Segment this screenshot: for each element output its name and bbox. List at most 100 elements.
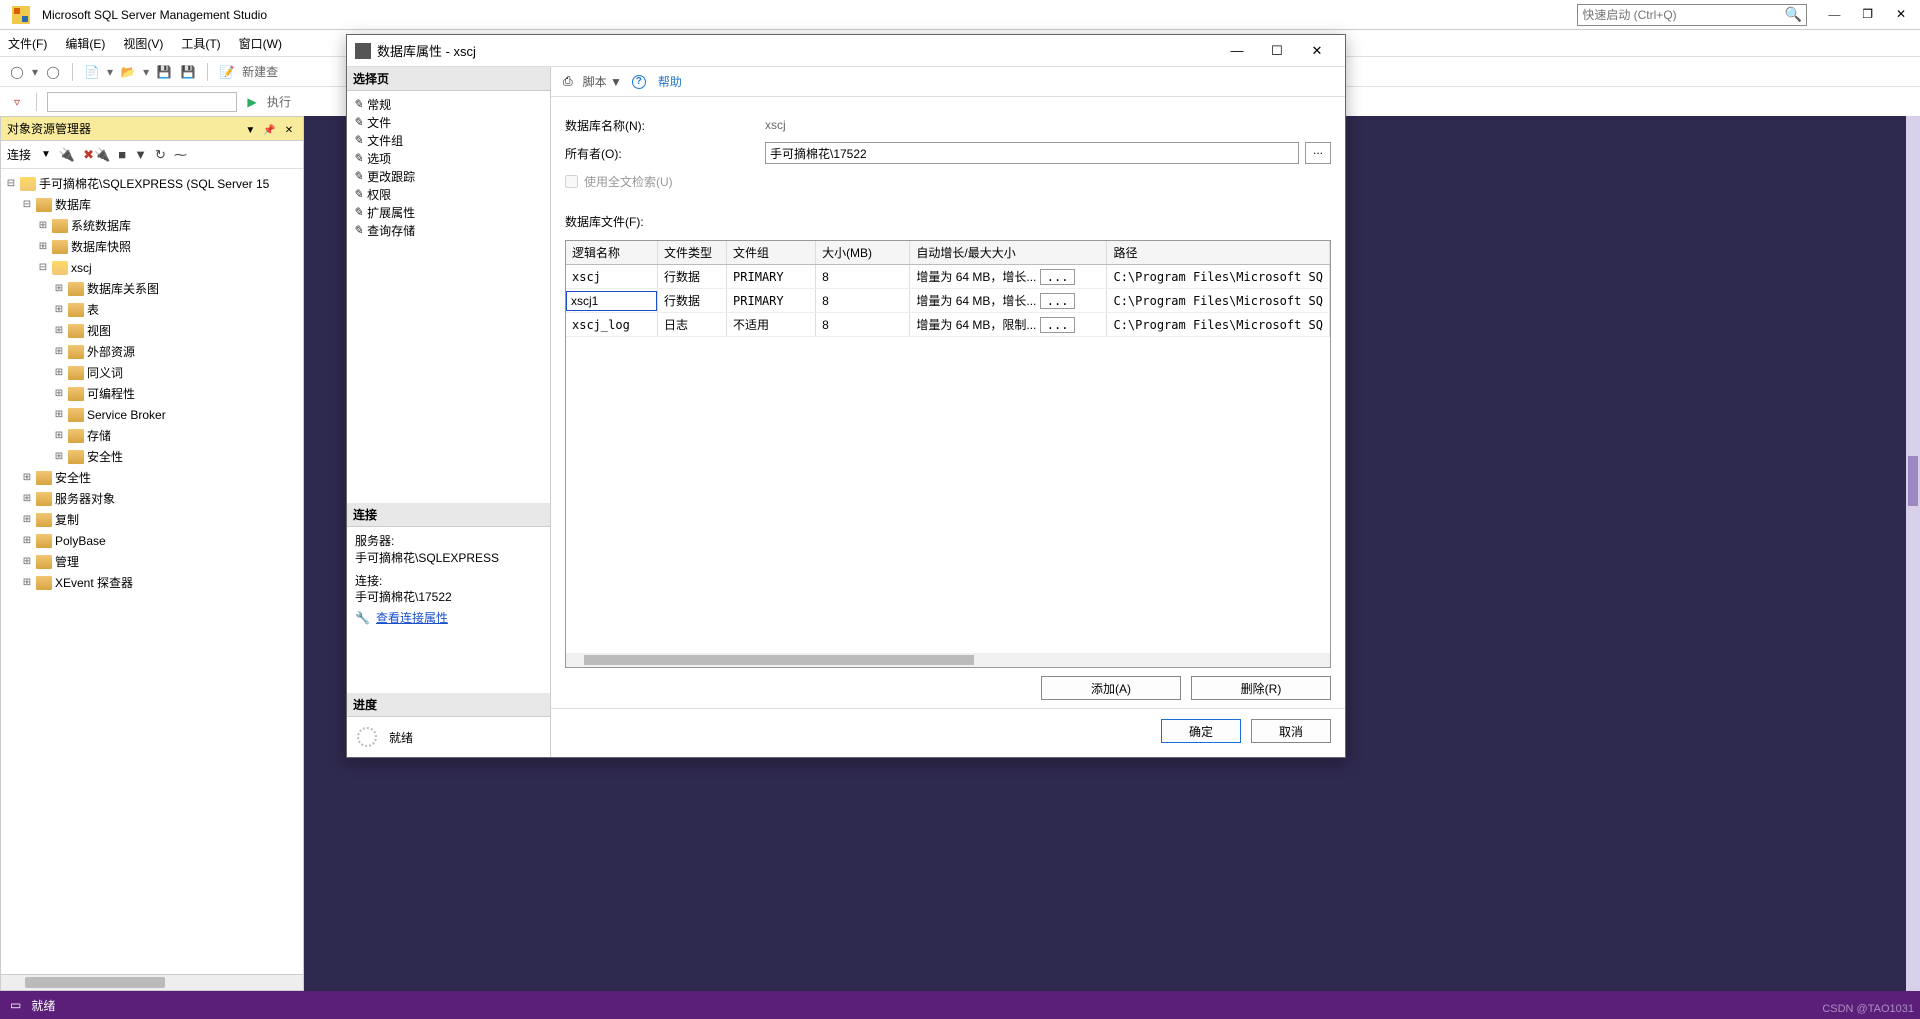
files-grid[interactable]: 逻辑名称 文件类型 文件组 大小(MB) 自动增长/最大大小 路径 xscj 行… <box>565 240 1331 668</box>
save-icon[interactable]: 💾 <box>155 63 173 81</box>
tree-server-objects[interactable]: 服务器对象 <box>55 490 115 507</box>
fulltext-label: 使用全文检索(U) <box>584 173 673 190</box>
panel-pin-icon[interactable]: 📌 <box>262 125 278 136</box>
page-general[interactable]: ✎常规 <box>353 95 544 113</box>
col-size[interactable]: 大小(MB) <box>816 241 910 265</box>
tree-security[interactable]: 安全性 <box>55 469 91 486</box>
view-connection-props-link[interactable]: 查看连接属性 <box>376 610 448 627</box>
tree-xevent[interactable]: XEvent 探查器 <box>55 574 133 591</box>
panel-close-icon[interactable]: ✕ <box>281 125 297 136</box>
page-options[interactable]: ✎选项 <box>353 149 544 167</box>
tree-tables[interactable]: 表 <box>87 301 99 318</box>
ok-button[interactable]: 确定 <box>1161 719 1241 743</box>
page-extended[interactable]: ✎扩展属性 <box>353 203 544 221</box>
app-title: Microsoft SQL Server Management Studio <box>42 8 267 22</box>
autogrow-edit-button[interactable]: ... <box>1040 269 1076 285</box>
menu-file[interactable]: 文件(F) <box>8 35 47 52</box>
tree-external[interactable]: 外部资源 <box>87 343 135 360</box>
status-rect-icon: ▭ <box>10 998 21 1012</box>
col-group[interactable]: 文件组 <box>727 241 816 265</box>
tree-synonyms[interactable]: 同义词 <box>87 364 123 381</box>
help-button[interactable]: 帮助 <box>658 73 682 90</box>
execute-label[interactable]: 执行 <box>267 93 291 110</box>
col-type[interactable]: 文件类型 <box>658 241 727 265</box>
cancel-button[interactable]: 取消 <box>1251 719 1331 743</box>
disconnect-icon[interactable]: ✖🔌 <box>83 147 110 163</box>
tree-diagrams[interactable]: 数据库关系图 <box>87 280 159 297</box>
use-db-icon[interactable]: ▿ <box>8 93 26 111</box>
remove-button[interactable]: 删除(R) <box>1191 676 1331 700</box>
page-filegroups[interactable]: ✎文件组 <box>353 131 544 149</box>
tree-management[interactable]: 管理 <box>55 553 79 570</box>
tree-db-snapshot[interactable]: 数据库快照 <box>71 238 131 255</box>
database-selector[interactable] <box>47 92 237 112</box>
add-button[interactable]: 添加(A) <box>1041 676 1181 700</box>
grid-hscroll[interactable] <box>566 653 1330 667</box>
watermark: CSDN @TAO1031 <box>1822 1003 1914 1015</box>
col-path[interactable]: 路径 <box>1107 241 1330 265</box>
back-icon[interactable]: ◯ <box>8 63 26 81</box>
object-explorer-hscroll[interactable] <box>1 974 303 990</box>
dialog-minimize-button[interactable]: — <box>1217 43 1257 58</box>
dialog-close-button[interactable]: ✕ <box>1297 43 1337 59</box>
open-icon[interactable]: 📂 <box>119 63 137 81</box>
menu-window[interactable]: 窗口(W) <box>239 35 282 52</box>
object-tree[interactable]: ⊟手可摘棉花\SQLEXPRESS (SQL Server 15 ⊟数据库 ⊞系… <box>1 169 303 974</box>
dialog-titlebar[interactable]: 数据库属性 - xscj — ☐ ✕ <box>347 35 1345 67</box>
quick-launch[interactable]: 🔍 <box>1577 4 1807 26</box>
new-project-icon[interactable]: 📄 <box>83 63 101 81</box>
owner-input[interactable] <box>765 142 1299 164</box>
tree-programmability[interactable]: 可编程性 <box>87 385 135 402</box>
col-logical[interactable]: 逻辑名称 <box>566 241 658 265</box>
connect-label[interactable]: 连接 <box>7 146 31 163</box>
dialog-maximize-button[interactable]: ☐ <box>1257 43 1297 59</box>
save-all-icon[interactable]: 💾 <box>179 63 197 81</box>
tree-databases[interactable]: 数据库 <box>55 196 91 213</box>
filter-icon[interactable]: ▼ <box>134 147 147 162</box>
menu-view[interactable]: 视图(V) <box>123 35 163 52</box>
tree-security-inner[interactable]: 安全性 <box>87 448 123 465</box>
page-files[interactable]: ✎文件 <box>353 113 544 131</box>
search-icon[interactable]: 🔍 <box>1785 6 1802 23</box>
autogrow-edit-button[interactable]: ... <box>1040 293 1076 309</box>
page-permissions[interactable]: ✎权限 <box>353 185 544 203</box>
dialog-footer: 确定 取消 <box>551 708 1345 757</box>
refresh-icon[interactable]: ↻ <box>155 147 166 163</box>
execute-icon[interactable]: ▶ <box>243 93 261 111</box>
tree-service-broker[interactable]: Service Broker <box>87 408 166 422</box>
connect-icon[interactable]: 🔌 <box>59 147 75 163</box>
new-query-icon[interactable]: 📝 <box>218 63 236 81</box>
menu-edit[interactable]: 编辑(E) <box>65 35 105 52</box>
tree-system-dbs[interactable]: 系统数据库 <box>71 217 131 234</box>
col-autogrow[interactable]: 自动增长/最大大小 <box>910 241 1107 265</box>
autogrow-edit-button[interactable]: ... <box>1040 317 1076 333</box>
window-vscroll[interactable] <box>1906 116 1920 991</box>
help-icon[interactable]: ? <box>632 75 646 89</box>
new-query-label[interactable]: 新建查 <box>242 63 278 80</box>
tree-xscj[interactable]: xscj <box>71 261 92 275</box>
script-dropdown-icon[interactable]: ⎙ <box>563 74 573 89</box>
menu-tools[interactable]: 工具(T) <box>181 35 220 52</box>
dialog-title: 数据库属性 - xscj <box>377 41 1217 60</box>
close-button[interactable]: ✕ <box>1886 7 1916 22</box>
status-text: 就绪 <box>31 997 55 1014</box>
minimize-button[interactable]: — <box>1819 7 1849 22</box>
panel-dropdown-icon[interactable]: ▼ <box>242 125 258 136</box>
forward-icon[interactable]: ◯ <box>44 63 62 81</box>
script-button[interactable]: 脚本 ▼ <box>583 73 622 90</box>
db-name-label: 数据库名称(N): <box>565 117 765 134</box>
maximize-button[interactable]: ❐ <box>1853 7 1883 22</box>
owner-browse-button[interactable]: ... <box>1305 142 1331 164</box>
activity-icon[interactable]: ⁓ <box>174 147 187 163</box>
quick-launch-input[interactable] <box>1582 8 1785 22</box>
tree-polybase[interactable]: PolyBase <box>55 534 106 548</box>
page-query-store[interactable]: ✎查询存储 <box>353 221 544 239</box>
tree-replication[interactable]: 复制 <box>55 511 79 528</box>
logical-name-input[interactable] <box>566 291 657 311</box>
tree-root[interactable]: 手可摘棉花\SQLEXPRESS (SQL Server 15 <box>39 175 269 192</box>
tree-views[interactable]: 视图 <box>87 322 111 339</box>
connection-info: 服务器: 手可摘棉花\SQLEXPRESS 连接: 手可摘棉花\17522 🔧查… <box>347 527 550 633</box>
tree-storage[interactable]: 存储 <box>87 427 111 444</box>
stop-icon[interactable]: ■ <box>118 147 126 162</box>
page-change-tracking[interactable]: ✎更改跟踪 <box>353 167 544 185</box>
